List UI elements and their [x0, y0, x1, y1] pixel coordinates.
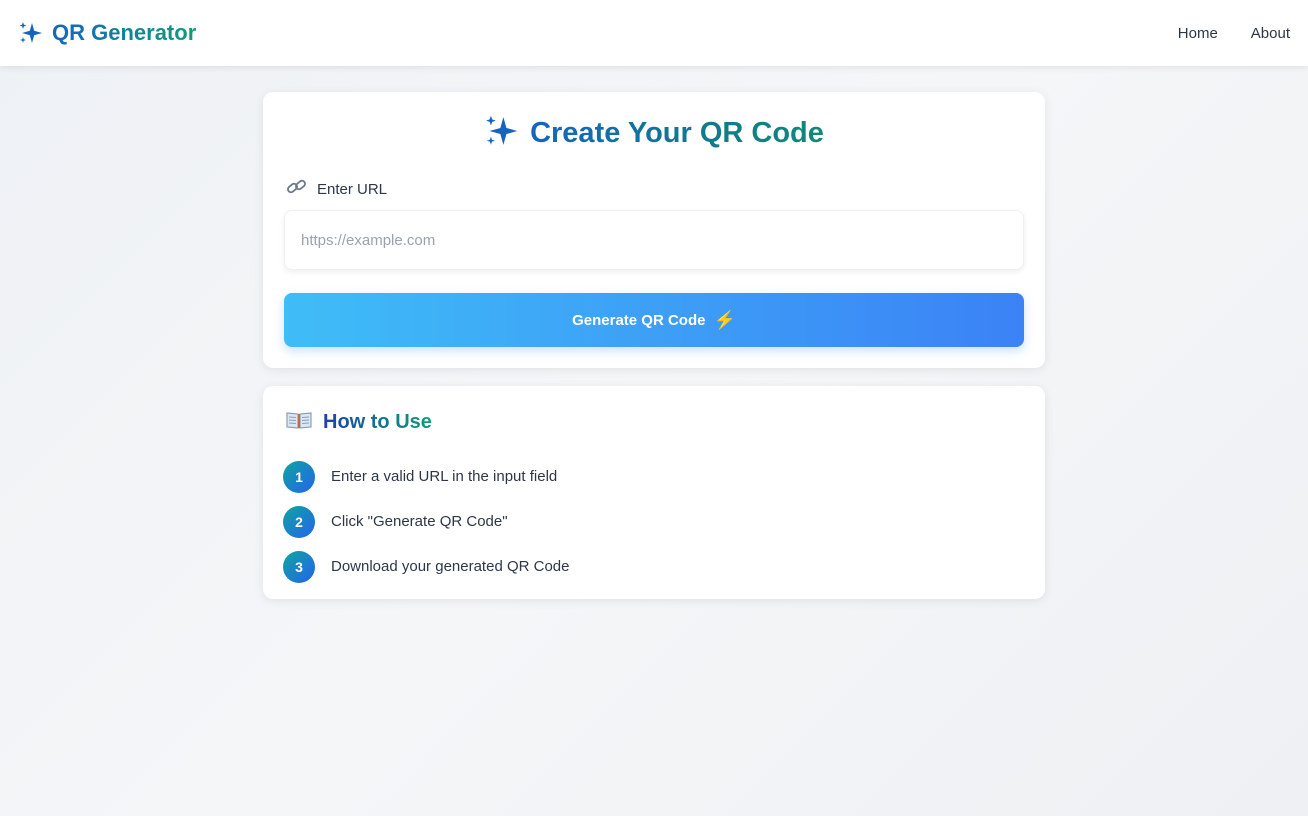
- step-text: Download your generated QR Code: [331, 558, 570, 575]
- brand-title: QR Generator: [52, 20, 197, 45]
- url-label: Enter URL: [285, 176, 387, 202]
- list-item: 1 Enter a valid URL in the input field: [283, 454, 569, 499]
- step-text: Enter a valid URL in the input field: [331, 468, 558, 485]
- generate-qr-button-label: Generate QR Code: [572, 311, 706, 329]
- top-navbar: QR Generator Home About: [0, 0, 1308, 66]
- list-item: 3 Download your generated QR Code: [283, 544, 569, 589]
- book-icon: [285, 410, 313, 435]
- sparkles-icon: [18, 21, 44, 45]
- list-item: 2 Click "Generate QR Code": [283, 499, 569, 544]
- nav-links: Home About: [1178, 25, 1290, 42]
- lightning-icon: ⚡: [713, 309, 736, 330]
- nav-link-about[interactable]: About: [1251, 25, 1290, 42]
- generate-qr-button[interactable]: Generate QR Code ⚡: [284, 293, 1024, 347]
- create-qr-card: Create Your QR Code Enter URL Generate Q…: [263, 92, 1045, 368]
- step-number-badge: 3: [283, 550, 315, 583]
- create-title: Create Your QR Code: [263, 114, 1045, 153]
- sparkles-icon: [484, 114, 520, 153]
- create-title-text: Create Your QR Code: [530, 117, 824, 149]
- brand[interactable]: QR Generator: [18, 20, 196, 46]
- how-to-use-card: How to Use 1 Enter a valid URL in the in…: [263, 386, 1045, 599]
- step-number-badge: 2: [283, 505, 315, 538]
- link-icon: [285, 176, 309, 202]
- url-label-text: Enter URL: [317, 180, 388, 198]
- steps-list: 1 Enter a valid URL in the input field 2…: [283, 454, 569, 589]
- how-to-use-heading: How to Use: [285, 410, 432, 435]
- step-number-badge: 1: [283, 460, 315, 493]
- nav-link-home[interactable]: Home: [1178, 25, 1218, 42]
- url-input[interactable]: [284, 210, 1024, 270]
- step-text: Click "Generate QR Code": [331, 513, 508, 530]
- how-to-use-title: How to Use: [323, 411, 432, 433]
